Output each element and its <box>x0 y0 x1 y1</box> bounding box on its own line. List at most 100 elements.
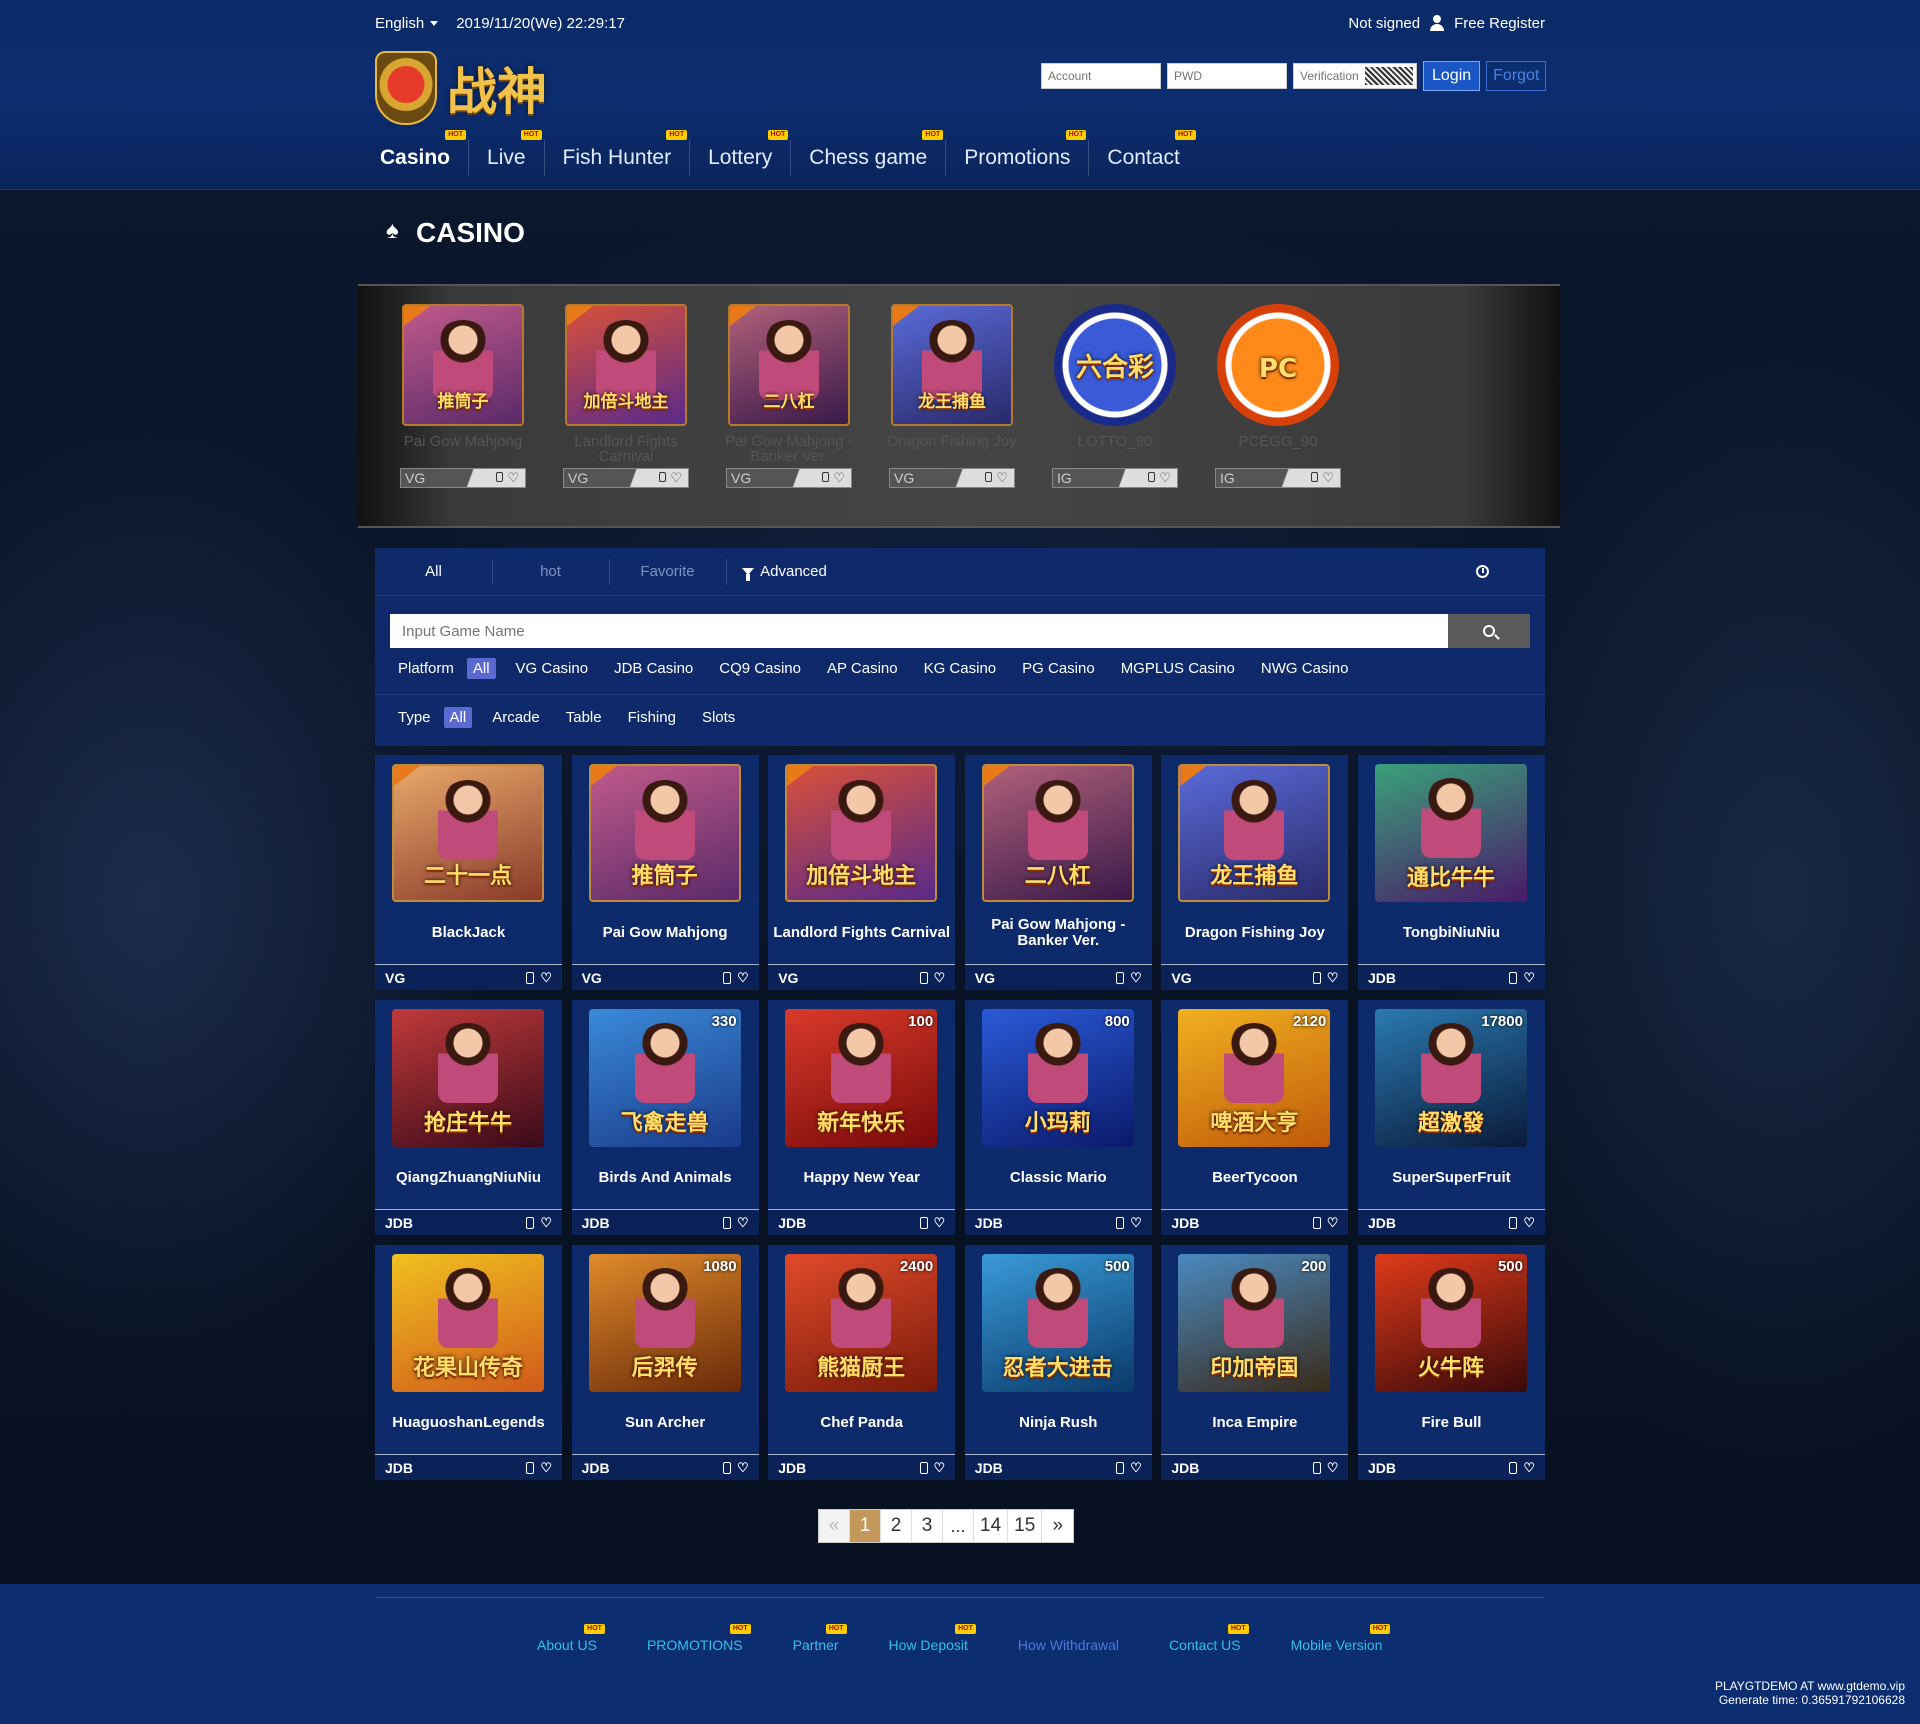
free-register-link[interactable]: Free Register <box>1454 15 1545 32</box>
game-card[interactable]: 二十一点 BlackJack VG ♡ <box>375 755 562 990</box>
heart-icon[interactable]: ♡ <box>1523 1216 1535 1229</box>
tab-favorite[interactable]: Favorite <box>609 559 726 585</box>
game-thumbnail[interactable]: 500 火牛阵 <box>1374 1254 1527 1392</box>
footer-link-about-us[interactable]: About US HOT <box>537 1624 605 1653</box>
game-thumbnail[interactable]: 龙王捕鱼 <box>891 304 1013 426</box>
heart-icon[interactable]: ♡ <box>1327 971 1339 984</box>
game-thumbnail[interactable]: 二十一点 <box>392 764 544 902</box>
heart-icon[interactable]: ♡ <box>934 1216 946 1229</box>
platform-option[interactable]: CQ9 Casino <box>706 658 814 679</box>
featured-game-card[interactable]: 龙王捕鱼 Dragon Fishing Joy VG ♡ <box>877 304 1027 488</box>
heart-icon[interactable]: ♡ <box>1523 1461 1535 1474</box>
nav-item-live[interactable]: Live HOT <box>469 130 545 176</box>
game-thumbnail[interactable]: 六合彩 <box>1054 304 1176 426</box>
language-selector[interactable]: English <box>375 15 439 32</box>
history-clock-icon[interactable] <box>1476 565 1489 578</box>
game-thumbnail[interactable]: 推筒子 <box>402 304 524 426</box>
tab-advanced[interactable]: Advanced <box>726 559 843 585</box>
game-thumbnail[interactable]: 抢庄牛牛 <box>392 1009 544 1147</box>
game-thumbnail[interactable]: 330 飞禽走兽 <box>588 1009 741 1147</box>
page-link[interactable]: 3 <box>912 1510 943 1542</box>
game-thumbnail[interactable]: 2400 熊猫厨王 <box>785 1254 938 1392</box>
game-thumbnail[interactable]: 1080 后羿传 <box>588 1254 741 1392</box>
platform-option[interactable]: All <box>466 658 496 679</box>
game-thumbnail[interactable]: 推筒子 <box>588 764 741 902</box>
featured-game-card[interactable]: 加倍斗地主 Landlord Fights Carnival VG ♡ <box>551 304 701 488</box>
type-option[interactable]: Arcade <box>479 707 553 728</box>
game-thumbnail[interactable]: 花果山传奇 <box>392 1254 544 1392</box>
game-card[interactable]: 龙王捕鱼 Dragon Fishing Joy VG ♡ <box>1161 755 1349 990</box>
heart-icon[interactable]: ♡ <box>1130 971 1142 984</box>
heart-icon[interactable]: ♡ <box>737 1461 749 1474</box>
featured-game-card[interactable]: 推筒子 Pai Gow Mahjong VG ♡ <box>388 304 538 488</box>
game-thumbnail[interactable]: 100 新年快乐 <box>785 1009 938 1147</box>
game-thumbnail[interactable]: 800 小玛莉 <box>981 1009 1134 1147</box>
page-link[interactable]: 14 <box>974 1510 1009 1542</box>
nav-item-contact[interactable]: Contact HOT <box>1089 130 1197 176</box>
platform-option[interactable]: PG Casino <box>1009 658 1108 679</box>
heart-icon[interactable]: ♡ <box>507 471 519 484</box>
login-button[interactable]: Login <box>1423 61 1481 91</box>
featured-game-card[interactable]: 二八杠 Pai Gow Mahjong - Banker Ver. VG ♡ <box>714 304 864 488</box>
nav-item-fish-hunter[interactable]: Fish Hunter HOT <box>545 130 691 176</box>
platform-option[interactable]: JDB Casino <box>601 658 706 679</box>
heart-icon[interactable]: ♡ <box>1130 1216 1142 1229</box>
game-card[interactable]: 加倍斗地主 Landlord Fights Carnival VG ♡ <box>768 755 956 990</box>
game-thumbnail[interactable]: PC <box>1217 304 1339 426</box>
game-thumbnail[interactable]: 加倍斗地主 <box>565 304 687 426</box>
search-input[interactable] <box>390 614 1448 648</box>
heart-icon[interactable]: ♡ <box>1130 1461 1142 1474</box>
game-thumbnail[interactable]: 500 忍者大进击 <box>981 1254 1134 1392</box>
search-button[interactable] <box>1448 614 1530 648</box>
game-card[interactable]: 100 新年快乐 Happy New Year JDB ♡ <box>768 1000 956 1235</box>
game-thumbnail[interactable]: 二八杠 <box>728 304 850 426</box>
game-card[interactable]: 330 飞禽走兽 Birds And Animals JDB ♡ <box>571 1000 759 1235</box>
heart-icon[interactable]: ♡ <box>540 1461 552 1474</box>
game-card[interactable]: 2400 熊猫厨王 Chef Panda JDB ♡ <box>768 1245 956 1480</box>
heart-icon[interactable]: ♡ <box>1159 471 1171 484</box>
type-option[interactable]: All <box>443 707 473 728</box>
game-thumbnail[interactable]: 龙王捕鱼 <box>1178 764 1331 902</box>
game-card[interactable]: 2120 啤酒大亨 BeerTycoon JDB ♡ <box>1161 1000 1349 1235</box>
game-thumbnail[interactable]: 二八杠 <box>981 764 1134 902</box>
heart-icon[interactable]: ♡ <box>996 471 1008 484</box>
footer-link-mobile-version[interactable]: Mobile Version HOT <box>1291 1624 1391 1653</box>
heart-icon[interactable]: ♡ <box>1327 1461 1339 1474</box>
account-input[interactable] <box>1041 63 1161 89</box>
footer-link-promotions[interactable]: PROMOTIONS HOT <box>647 1624 751 1653</box>
game-card[interactable]: 推筒子 Pai Gow Mahjong VG ♡ <box>571 755 759 990</box>
platform-option[interactable]: VG Casino <box>503 658 602 679</box>
game-card[interactable]: 200 印加帝国 Inca Empire JDB ♡ <box>1161 1245 1349 1480</box>
heart-icon[interactable]: ♡ <box>670 471 682 484</box>
heart-icon[interactable]: ♡ <box>737 1216 749 1229</box>
game-card[interactable]: 17800 超激發 SuperSuperFruit JDB ♡ <box>1357 1000 1545 1235</box>
featured-game-card[interactable]: 六合彩 LOTTO_90 IG ♡ <box>1040 304 1190 488</box>
heart-icon[interactable]: ♡ <box>934 971 946 984</box>
nav-item-lottery[interactable]: Lottery HOT <box>690 130 792 176</box>
page-link[interactable]: 1 <box>850 1510 881 1542</box>
game-thumbnail[interactable]: 2120 啤酒大亨 <box>1178 1009 1331 1147</box>
footer-link-contact-us[interactable]: Contact US HOT <box>1169 1624 1249 1653</box>
game-card[interactable]: 500 忍者大进击 Ninja Rush JDB ♡ <box>964 1245 1152 1480</box>
footer-link-partner[interactable]: Partner HOT <box>793 1624 847 1653</box>
footer-link-how-deposit[interactable]: How Deposit HOT <box>889 1624 976 1653</box>
heart-icon[interactable]: ♡ <box>1523 971 1535 984</box>
site-logo[interactable]: 战神 <box>375 48 560 128</box>
heart-icon[interactable]: ♡ <box>1327 1216 1339 1229</box>
game-card[interactable]: 1080 后羿传 Sun Archer JDB ♡ <box>571 1245 759 1480</box>
heart-icon[interactable]: ♡ <box>934 1461 946 1474</box>
platform-option[interactable]: MGPLUS Casino <box>1108 658 1248 679</box>
type-option[interactable]: Slots <box>689 707 748 728</box>
game-card[interactable]: 800 小玛莉 Classic Mario JDB ♡ <box>964 1000 1152 1235</box>
platform-option[interactable]: KG Casino <box>911 658 1010 679</box>
forgot-button[interactable]: Forgot <box>1486 61 1547 91</box>
type-option[interactable]: Table <box>553 707 615 728</box>
game-card[interactable]: 抢庄牛牛 QiangZhuangNiuNiu JDB ♡ <box>375 1000 562 1235</box>
nav-item-chess-game[interactable]: Chess game HOT <box>791 130 947 176</box>
tab-all[interactable]: All <box>375 563 492 580</box>
footer-link-how-withdrawal[interactable]: How Withdrawal <box>1018 1637 1119 1653</box>
page-link[interactable]: 2 <box>881 1510 912 1542</box>
game-card[interactable]: 通比牛牛 TongbiNiuNiu JDB ♡ <box>1357 755 1545 990</box>
game-thumbnail[interactable]: 17800 超激發 <box>1374 1009 1527 1147</box>
captcha-image[interactable] <box>1365 67 1413 85</box>
